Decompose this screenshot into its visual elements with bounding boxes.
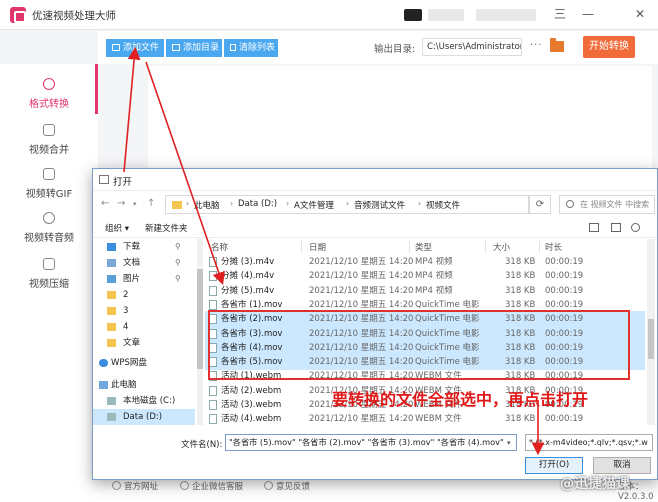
watermark: @迅捷猫课 <box>560 476 630 492</box>
arrow-to-file-list <box>145 61 225 286</box>
arrow-to-add-file <box>123 46 141 173</box>
annotation-arrows <box>123 46 545 456</box>
app-window: 优速视频处理大师 三 — ✕ 添加文件 添加目录 清除列表 输出目录: C:\U… <box>0 0 658 502</box>
